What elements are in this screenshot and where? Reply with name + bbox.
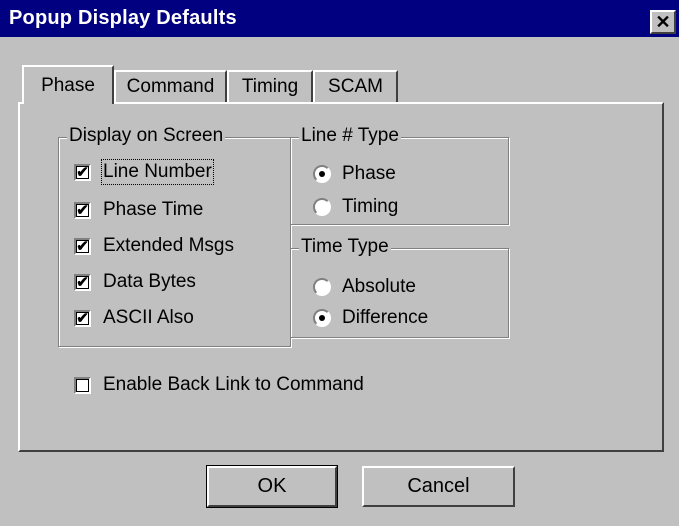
checkbox-label: Enable Back Link to Command — [103, 374, 364, 395]
button-label: Cancel — [407, 475, 470, 497]
checkbox-data-bytes[interactable]: ✔ Data Bytes — [74, 271, 196, 293]
checkbox-label: Extended Msgs — [103, 235, 234, 256]
tab-label: Command — [126, 76, 215, 97]
checkbox-label: Data Bytes — [103, 271, 196, 292]
tab-label: Phase — [41, 74, 95, 96]
checkbox-label: ASCII Also — [103, 307, 194, 328]
tab-command[interactable]: Command — [114, 70, 227, 102]
checkbox-label: Phase Time — [103, 199, 204, 220]
window-title: Popup Display Defaults — [9, 7, 237, 29]
radio-selected-icon[interactable] — [313, 165, 331, 183]
tab-timing[interactable]: Timing — [227, 70, 313, 102]
check-icon[interactable]: ✔ — [74, 237, 91, 255]
group-title: Display on Screen — [67, 125, 226, 147]
radio-label: Phase — [342, 163, 396, 184]
radio-timing[interactable]: Timing — [313, 196, 398, 218]
checkbox-line-number[interactable]: ✔ Line Number — [74, 159, 214, 185]
ok-button[interactable]: OK — [206, 465, 338, 508]
tab-panel-phase: Display on Screen ✔ Line Number ✔ Phase … — [18, 102, 664, 452]
title-bar[interactable]: Popup Display Defaults ✕ — [0, 0, 679, 37]
close-icon: ✕ — [655, 12, 671, 32]
tab-label: SCAM — [328, 76, 383, 97]
checkbox-box[interactable] — [74, 376, 91, 394]
tab-phase[interactable]: Phase — [22, 65, 114, 104]
checkbox-ascii-also[interactable]: ✔ ASCII Also — [74, 307, 194, 329]
check-icon[interactable]: ✔ — [74, 201, 91, 219]
group-title: Time Type — [299, 236, 391, 258]
radio-unselected-icon[interactable] — [313, 198, 331, 216]
radio-label: Absolute — [342, 276, 416, 297]
radio-phase[interactable]: Phase — [313, 163, 396, 185]
checkbox-enable-back-link[interactable]: Enable Back Link to Command — [74, 374, 364, 396]
checkbox-extended-msgs[interactable]: ✔ Extended Msgs — [74, 235, 234, 257]
radio-unselected-icon[interactable] — [313, 278, 331, 296]
button-label: OK — [257, 475, 287, 497]
checkbox-label: Line Number — [101, 159, 214, 185]
tab-label: Timing — [241, 76, 299, 97]
radio-difference[interactable]: Difference — [313, 307, 428, 329]
cancel-button[interactable]: Cancel — [362, 466, 515, 507]
checkbox-phase-time[interactable]: ✔ Phase Time — [74, 199, 203, 221]
group-title: Line # Type — [299, 125, 401, 147]
tab-scam[interactable]: SCAM — [313, 70, 398, 102]
radio-label: Timing — [342, 196, 399, 217]
radio-label: Difference — [342, 307, 429, 328]
close-button[interactable]: ✕ — [650, 10, 676, 34]
check-icon[interactable]: ✔ — [74, 273, 91, 291]
radio-absolute[interactable]: Absolute — [313, 276, 416, 298]
check-icon[interactable]: ✔ — [74, 163, 91, 181]
check-icon[interactable]: ✔ — [74, 309, 91, 327]
radio-selected-icon[interactable] — [313, 309, 331, 327]
